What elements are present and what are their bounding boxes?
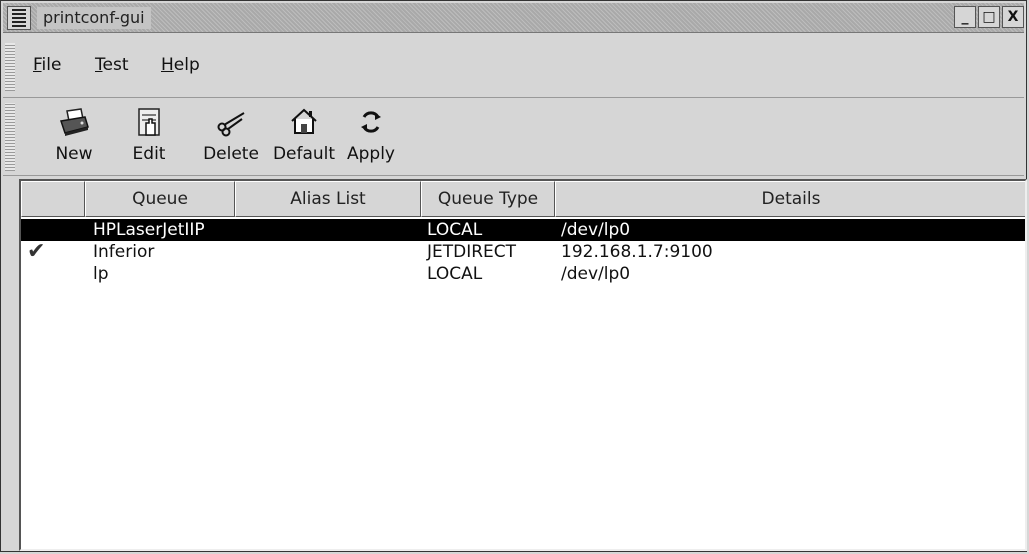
toolbar: New Edit Delete Default Apply <box>3 99 1024 176</box>
queue-details: /dev/lp0 <box>561 264 631 284</box>
printer-icon <box>60 108 89 136</box>
list-header: Queue Alias List Queue Type Details <box>21 181 1025 217</box>
table-row[interactable]: ✔ Inferior JETDIRECT 192.168.1.7:9100 <box>21 241 1025 263</box>
column-header-alias-list[interactable]: Alias List <box>235 181 421 217</box>
new-label: New <box>55 144 93 164</box>
refresh-icon <box>361 111 381 133</box>
table-row[interactable]: HPLaserJetIIP LOCAL /dev/lp0 <box>21 219 1025 241</box>
menubar-grip[interactable] <box>5 43 15 91</box>
scissors-icon <box>217 112 245 137</box>
column-header-details[interactable]: Details <box>555 181 1025 217</box>
queue-type: JETDIRECT <box>427 242 517 262</box>
window-title: printconf-gui <box>37 7 151 29</box>
menu-bar: File Test Help <box>3 37 1024 98</box>
default-check-icon: ✔ <box>27 239 46 264</box>
apply-button[interactable]: Apply <box>341 103 401 171</box>
default-button[interactable]: Default <box>269 103 339 171</box>
queue-name: HPLaserJetIIP <box>93 220 205 240</box>
close-button[interactable]: X <box>1002 6 1024 28</box>
edit-icon <box>138 108 160 136</box>
queue-details: /dev/lp0 <box>561 220 631 240</box>
window-menu-icon[interactable] <box>7 6 31 30</box>
default-label: Default <box>272 144 336 164</box>
toolbar-grip[interactable] <box>5 103 15 171</box>
minimize-button[interactable]: _ <box>954 6 976 28</box>
column-header-default[interactable] <box>21 181 85 217</box>
home-icon <box>291 108 317 134</box>
new-button[interactable]: New <box>49 103 99 171</box>
queue-type: LOCAL <box>427 264 483 284</box>
printconf-window: printconf-gui _ □ X File Test Help New E… <box>0 0 1027 552</box>
queue-type: LOCAL <box>427 220 483 240</box>
title-bar[interactable]: printconf-gui _ □ X <box>3 3 1024 33</box>
table-row[interactable]: lp LOCAL /dev/lp0 <box>21 263 1025 285</box>
delete-label: Delete <box>203 144 259 164</box>
apply-label: Apply <box>347 144 395 164</box>
queue-details: 192.168.1.7:9100 <box>561 242 713 262</box>
delete-button[interactable]: Delete <box>199 103 263 171</box>
maximize-button[interactable]: □ <box>978 6 1000 28</box>
column-header-queue[interactable]: Queue <box>85 181 235 217</box>
printer-queue-list[interactable]: Queue Alias List Queue Type Details HPLa… <box>19 179 1027 551</box>
menu-test[interactable]: Test <box>95 55 128 75</box>
column-header-queue-type[interactable]: Queue Type <box>421 181 555 217</box>
queue-name: lp <box>93 264 109 284</box>
edit-label: Edit <box>132 144 166 164</box>
edit-button[interactable]: Edit <box>129 103 169 171</box>
queue-name: Inferior <box>93 242 155 262</box>
menu-file[interactable]: File <box>33 55 61 75</box>
menu-help[interactable]: Help <box>161 55 200 75</box>
